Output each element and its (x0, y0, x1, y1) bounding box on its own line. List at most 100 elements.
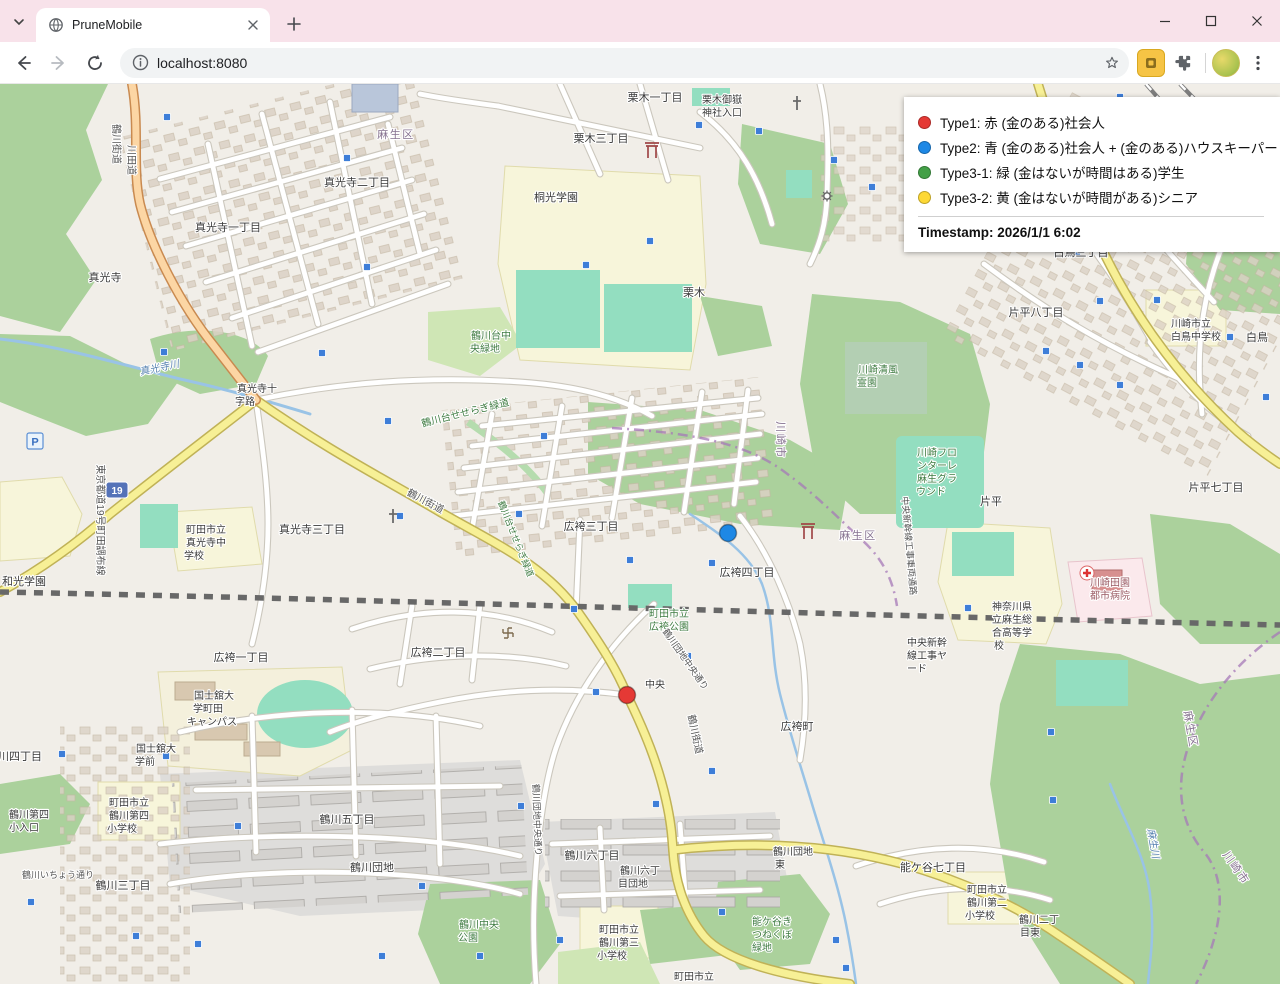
map-label: 片平 (980, 495, 1002, 508)
map-label: 字路 (235, 395, 255, 408)
bookmark-star-icon[interactable] (1099, 50, 1125, 76)
traffic-signal-marker (319, 350, 326, 357)
map-label: 栗木御嶽 (702, 93, 742, 106)
traffic-signal-marker (1097, 298, 1104, 305)
tab-favicon-globe-icon (48, 17, 64, 33)
map-label: 鶴川二丁 (1019, 913, 1059, 926)
map-label: 小学校 (597, 949, 627, 962)
map-label: 片平七丁目 (1189, 481, 1244, 494)
legend-dot-type3-1 (918, 166, 931, 179)
window-minimize-button[interactable] (1142, 0, 1188, 42)
traffic-signal-marker (1154, 297, 1161, 304)
map-label: 鶴川街道 (110, 124, 123, 164)
window-controls (1142, 0, 1280, 42)
map-label: 広袴一丁目 (214, 650, 269, 664)
address-bar[interactable]: localhost:8080 (120, 48, 1129, 78)
legend-divider (918, 216, 1264, 217)
agent-dot-type1 (619, 687, 636, 704)
site-info-icon[interactable] (132, 54, 149, 71)
traffic-signal-marker (709, 768, 716, 775)
map-label: 栗木三丁目 (574, 132, 629, 145)
map-label: 小学校 (965, 909, 995, 922)
map-label: 鶴川中央 (459, 918, 499, 931)
map-label: 麻生区 (377, 127, 415, 141)
map-container: P (0, 84, 1280, 984)
map-label: ンターレ (917, 460, 957, 472)
traffic-signal-marker (235, 823, 242, 830)
tab-strip-chevron-icon[interactable] (8, 11, 30, 33)
forward-button[interactable] (42, 46, 76, 80)
browser-tab-prunemobile[interactable]: PruneMobile (36, 8, 270, 42)
traffic-signal-marker (364, 264, 371, 271)
traffic-signal-marker (831, 157, 838, 164)
map-label: 広袴三丁目 (564, 519, 619, 533)
map-label: 川崎清風 (858, 363, 898, 376)
traffic-signal-marker (756, 128, 763, 135)
map-label: 片平八丁目 (1009, 306, 1064, 319)
traffic-signal-marker (1117, 382, 1124, 389)
map-label: 校 (994, 639, 1004, 652)
traffic-signal-marker (344, 155, 351, 162)
traffic-signal-marker (965, 605, 972, 612)
legend-item: Type1: 赤 (金のある)社会人 (918, 112, 1264, 132)
traffic-signal-marker (161, 349, 168, 356)
reload-button[interactable] (78, 46, 112, 80)
map-label: 能ケ谷七丁目 (900, 860, 966, 874)
menu-kebab-icon[interactable] (1242, 47, 1274, 79)
map-label: 神奈川県 (992, 600, 1032, 613)
extension-icon-yellow[interactable] (1137, 49, 1165, 77)
map-label: 目団地 (618, 877, 648, 890)
map-label: 線工事ヤ (907, 649, 947, 662)
window-close-button[interactable] (1234, 0, 1280, 42)
back-button[interactable] (6, 46, 40, 80)
traffic-signal-marker (379, 953, 386, 960)
map-label: 町田市立 (674, 970, 714, 983)
traffic-signal-marker (869, 184, 876, 191)
window-maximize-button[interactable] (1188, 0, 1234, 42)
traffic-signal-marker (518, 803, 525, 810)
map-label: 広袴二丁目 (411, 645, 466, 659)
map-label: 神社入口 (702, 106, 742, 119)
traffic-signal-marker (571, 606, 578, 613)
traffic-signal-marker (583, 262, 590, 269)
extensions-puzzle-icon[interactable] (1167, 47, 1199, 79)
map-label: 学前 (135, 755, 155, 768)
tab-close-icon[interactable] (244, 16, 262, 34)
legend-label: Type2: 青 (金のある)社会人 + (金のある)ハウスキーパー (940, 137, 1278, 157)
traffic-signal-marker (477, 953, 484, 960)
map-label: 国士舘大 (136, 742, 176, 755)
map-label: 鶴川第三 (599, 936, 639, 949)
traffic-signal-marker (164, 114, 171, 121)
map-label: 真光寺一丁目 (195, 220, 261, 234)
browser-toolbar: localhost:8080 (0, 42, 1280, 84)
map-label: 白鳥 (1246, 330, 1268, 344)
map-label: 立麻生総 (992, 613, 1032, 626)
map-label: 町田市立 (186, 523, 226, 536)
map-label: ウンド (916, 486, 946, 498)
map-label: ード (907, 664, 927, 675)
legend-label: Type3-1: 緑 (金はないが時間はある)学生 (940, 162, 1185, 182)
map-label: 真光寺中 (186, 536, 226, 549)
map-label: 鶴川団地 (350, 860, 394, 874)
map-label: 町田市立 (599, 923, 639, 936)
legend-label: Type3-2: 黄 (金はないが時間がある)シニア (940, 187, 1198, 207)
map-label: 栗木一丁目 (628, 91, 683, 104)
traffic-signal-marker (843, 965, 850, 972)
traffic-signal-marker (541, 433, 548, 440)
traffic-signal-marker (1227, 334, 1234, 341)
profile-avatar[interactable] (1212, 49, 1240, 77)
map-label: 麻生区 (839, 528, 877, 542)
url-text[interactable]: localhost:8080 (157, 55, 1091, 71)
map-label: 東京都道19号町田調布線 (94, 464, 107, 575)
map-label: つねくぼ (752, 929, 792, 941)
map-label: 小学校 (107, 822, 137, 835)
map-label: 鶴川第四 (9, 808, 49, 821)
map-label: 川崎市 (774, 421, 788, 459)
new-tab-button[interactable] (280, 10, 308, 38)
map-label: 東 (775, 858, 785, 871)
map-label: 川崎田園 (1090, 576, 1130, 589)
map-label: 川崎フロ (917, 446, 957, 459)
map-label: 緑地 (752, 941, 772, 954)
traffic-signal-marker (719, 909, 726, 916)
traffic-signal-marker (557, 937, 564, 944)
